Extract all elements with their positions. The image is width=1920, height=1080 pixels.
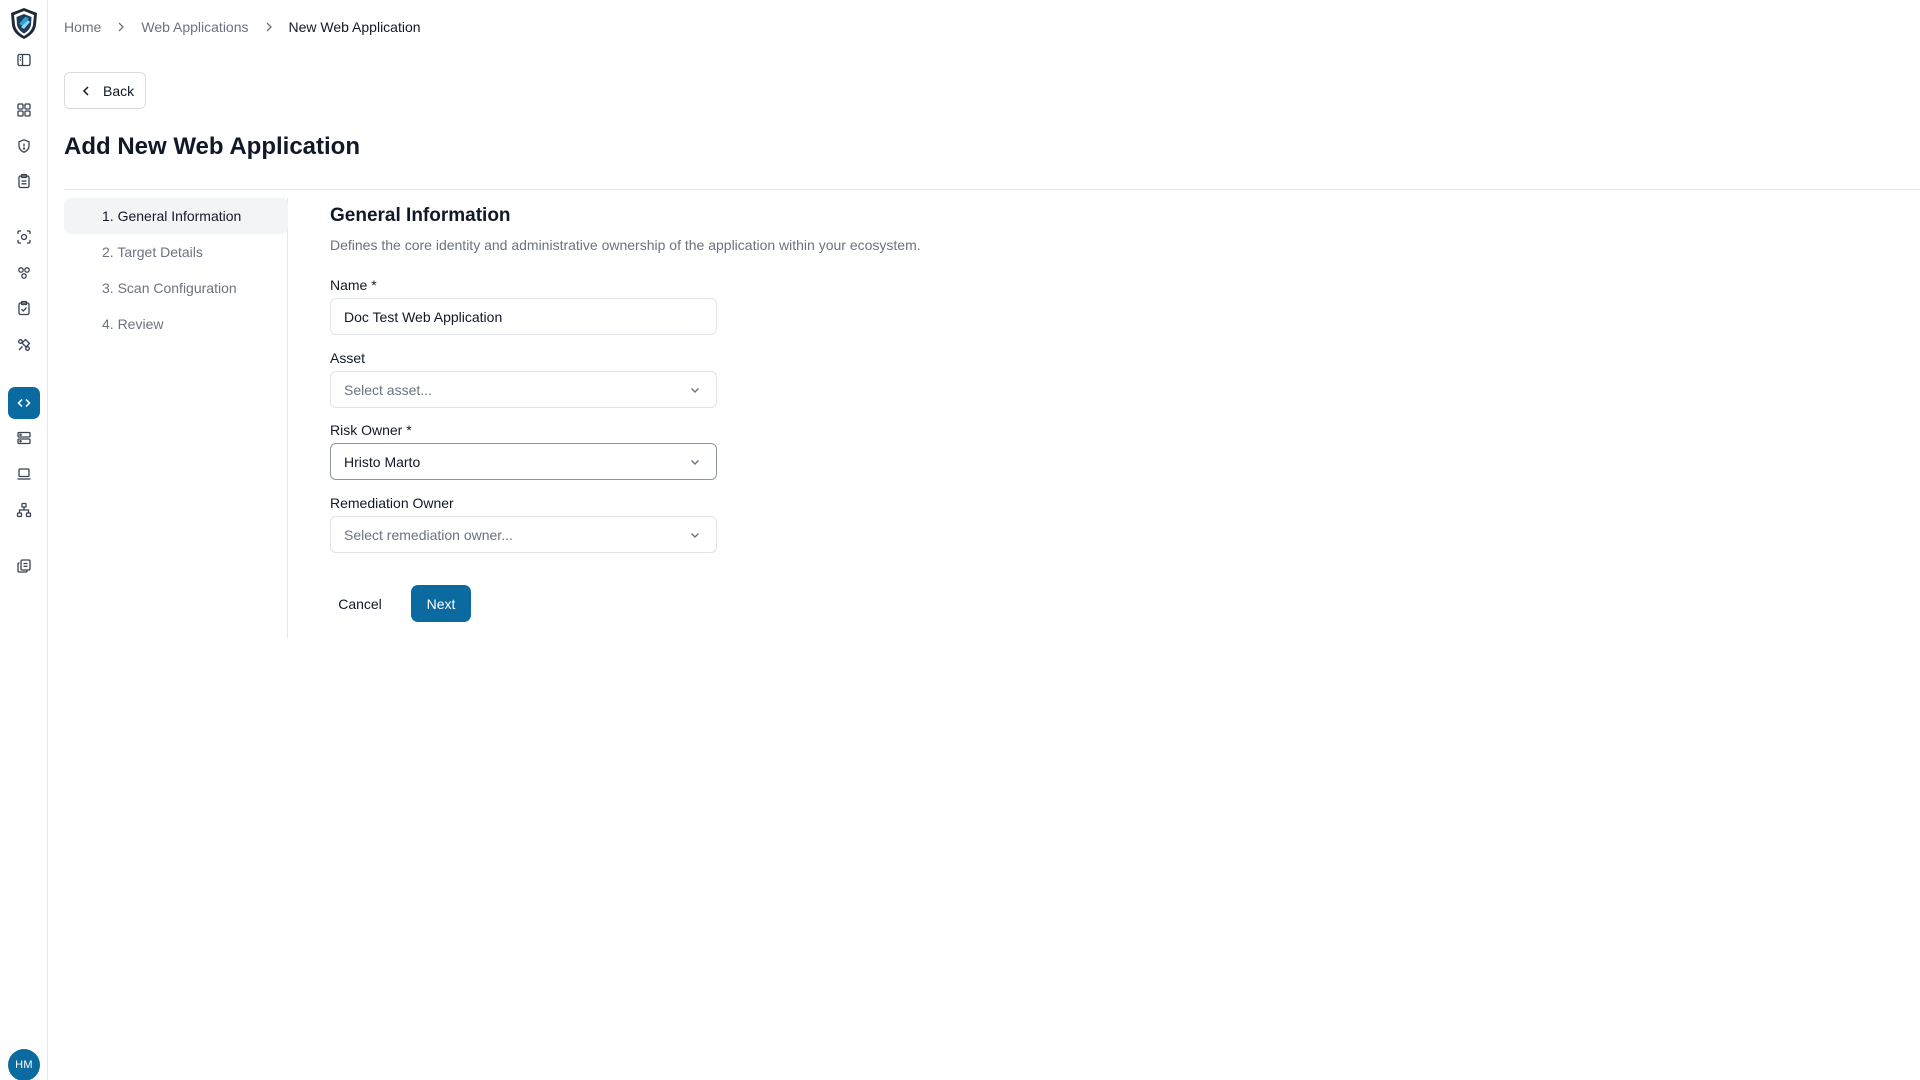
remediation-owner-placeholder: Select remediation owner... bbox=[344, 526, 513, 543]
page-title: Add New Web Application bbox=[64, 133, 361, 160]
back-button-label: Back bbox=[103, 82, 135, 99]
chevron-left-icon bbox=[79, 84, 93, 98]
section-title: General Information bbox=[330, 205, 511, 226]
next-button[interactable]: Next bbox=[411, 585, 471, 622]
step-review[interactable]: 4. Review bbox=[64, 306, 288, 342]
asset-select[interactable]: Select asset... bbox=[330, 371, 717, 408]
group-icon[interactable] bbox=[14, 263, 34, 283]
chevron-down-icon bbox=[688, 455, 702, 469]
asset-label: Asset bbox=[330, 350, 366, 366]
icon-sidebar: HM bbox=[0, 0, 48, 1080]
header-divider bbox=[64, 189, 1920, 190]
step-general-information[interactable]: 1. General Information bbox=[64, 198, 288, 234]
clipboard-list-icon[interactable] bbox=[14, 171, 34, 191]
code-icon[interactable] bbox=[8, 387, 40, 419]
server-icon[interactable] bbox=[14, 428, 34, 448]
shield-logo-icon[interactable] bbox=[8, 6, 40, 40]
risk-owner-value: Hristo Marto bbox=[344, 453, 421, 470]
laptop-icon[interactable] bbox=[14, 464, 34, 484]
breadcrumb-current: New Web Application bbox=[288, 19, 421, 35]
documents-icon[interactable] bbox=[14, 556, 34, 576]
remediation-owner-select[interactable]: Select remediation owner... bbox=[330, 516, 717, 553]
chevron-down-icon bbox=[688, 528, 702, 542]
breadcrumb-home[interactable]: Home bbox=[64, 19, 101, 35]
cancel-button[interactable]: Cancel bbox=[330, 585, 390, 622]
user-initials: HM bbox=[15, 1059, 33, 1071]
wizard-steps: 1. General Information 2. Target Details… bbox=[64, 198, 288, 638]
clipboard-check-icon[interactable] bbox=[14, 298, 34, 318]
asset-select-placeholder: Select asset... bbox=[344, 381, 432, 398]
risk-owner-select[interactable]: Hristo Marto bbox=[330, 443, 717, 480]
network-icon[interactable] bbox=[14, 500, 34, 520]
section-description: Defines the core identity and administra… bbox=[330, 237, 921, 253]
name-input[interactable] bbox=[344, 308, 716, 325]
risk-owner-label: Risk Owner * bbox=[330, 422, 412, 438]
name-field[interactable] bbox=[330, 298, 717, 335]
dashboard-icon[interactable] bbox=[14, 100, 34, 120]
remediation-owner-label: Remediation Owner bbox=[330, 495, 454, 511]
chevron-right-icon bbox=[262, 20, 276, 34]
name-label: Name * bbox=[330, 277, 377, 293]
chevron-down-icon bbox=[688, 383, 702, 397]
breadcrumb-web-applications[interactable]: Web Applications bbox=[141, 19, 248, 35]
breadcrumb: Home Web Applications New Web Applicatio… bbox=[64, 19, 421, 35]
integrations-icon[interactable] bbox=[14, 335, 34, 355]
scan-target-icon[interactable] bbox=[14, 227, 34, 247]
sidebar-toggle-icon[interactable] bbox=[14, 50, 34, 70]
chevron-right-icon bbox=[114, 20, 128, 34]
back-button[interactable]: Back bbox=[64, 72, 146, 109]
step-target-details[interactable]: 2. Target Details bbox=[64, 234, 288, 270]
shield-icon[interactable] bbox=[14, 136, 34, 156]
step-scan-configuration[interactable]: 3. Scan Configuration bbox=[64, 270, 288, 306]
user-avatar[interactable]: HM bbox=[8, 1049, 40, 1080]
